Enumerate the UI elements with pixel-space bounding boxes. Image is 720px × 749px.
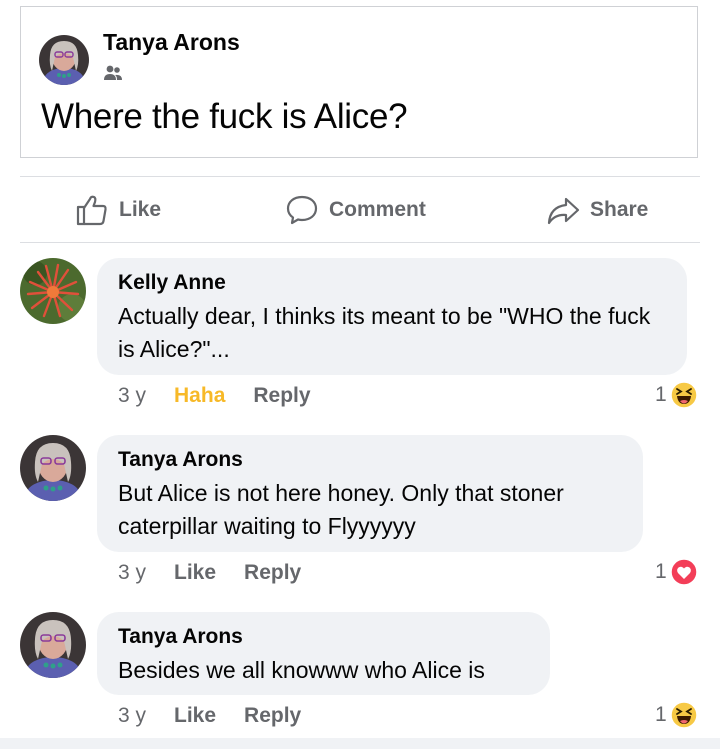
comment-avatar-tanya-arons[interactable] <box>20 612 86 678</box>
comment-text: Besides we all knowww who Alice is <box>118 657 485 683</box>
reaction-summary[interactable]: 1 <box>655 381 698 409</box>
reply-button[interactable]: Reply <box>253 384 310 408</box>
comment-bubble: Tanya Arons Besides we all knowww who Al… <box>97 612 550 695</box>
comment-bubble: Tanya Arons But Alice is not here honey.… <box>97 435 643 552</box>
haha-emoji-icon <box>669 701 698 729</box>
love-heart-icon <box>669 558 698 586</box>
post-author-avatar[interactable] <box>39 35 89 85</box>
comment-avatar-tanya-arons[interactable] <box>20 435 86 501</box>
share-arrow-icon <box>547 197 580 225</box>
comment-button[interactable]: Comment <box>285 190 426 230</box>
haha-emoji-icon <box>669 381 698 409</box>
comment-author[interactable]: Kelly Anne <box>118 270 665 296</box>
reaction-summary[interactable]: 1 <box>655 558 698 586</box>
thumbs-up-icon <box>76 195 107 226</box>
comment-time[interactable]: 3 y <box>118 561 146 585</box>
comment-meta: 3 y Like Reply <box>118 561 301 585</box>
comment-text: Actually dear, I thinks its meant to be … <box>118 303 651 362</box>
haha-reaction-button[interactable]: Haha <box>174 384 225 408</box>
comment-avatar-kelly-anne[interactable] <box>20 258 86 324</box>
comment-button-label: Comment <box>329 198 426 221</box>
post-text: Where the fuck is Alice? <box>41 97 408 136</box>
comment-time[interactable]: 3 y <box>118 384 146 408</box>
comment-author[interactable]: Tanya Arons <box>118 447 621 473</box>
post-author-name[interactable]: Tanya Arons <box>103 29 240 56</box>
like-reaction-button[interactable]: Like <box>174 561 216 585</box>
comment-bubble-icon <box>286 195 318 225</box>
share-button[interactable]: Share <box>546 190 648 230</box>
reaction-count: 1 <box>655 383 667 406</box>
comment-meta: 3 y Like Reply <box>118 704 301 728</box>
like-button[interactable]: Like <box>75 190 161 230</box>
divider-bottom <box>20 242 700 243</box>
comment-time[interactable]: 3 y <box>118 704 146 728</box>
reaction-summary[interactable]: 1 <box>655 701 698 729</box>
comment-bubble: Kelly Anne Actually dear, I thinks its m… <box>97 258 687 375</box>
comment-text: But Alice is not here honey. Only that s… <box>118 480 564 539</box>
reaction-count: 1 <box>655 560 667 583</box>
comment-meta: 3 y Haha Reply <box>118 384 311 408</box>
reaction-count: 1 <box>655 703 667 726</box>
divider-top <box>20 176 700 177</box>
comment-author[interactable]: Tanya Arons <box>118 624 528 650</box>
share-button-label: Share <box>590 198 649 221</box>
bottom-bar <box>0 738 720 749</box>
like-reaction-button[interactable]: Like <box>174 704 216 728</box>
friends-icon <box>103 64 123 82</box>
like-button-label: Like <box>119 198 162 221</box>
post-card: Tanya Arons Where the fuck is Alice? <box>20 6 698 158</box>
reply-button[interactable]: Reply <box>244 561 301 585</box>
reply-button[interactable]: Reply <box>244 704 301 728</box>
